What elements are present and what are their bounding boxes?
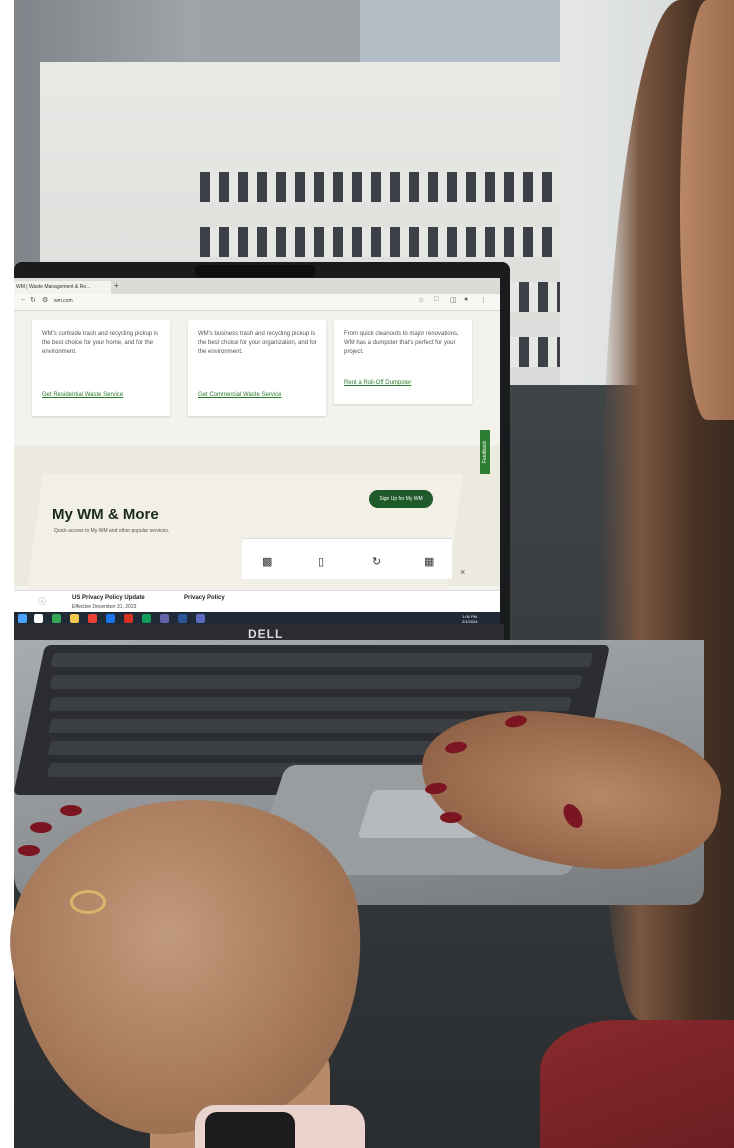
gold-ring	[70, 890, 106, 914]
back-icon[interactable]: ←	[20, 296, 27, 303]
browser-tab-bar: WM | Waste Management & Re... +	[14, 278, 500, 294]
start-icon[interactable]	[18, 614, 27, 623]
privacy-policy-link[interactable]: Privacy Policy	[184, 595, 225, 601]
info-icon: ⓘ	[38, 597, 46, 606]
close-icon[interactable]: ×	[460, 567, 465, 577]
commercial-link[interactable]: Get Commercial Waste Service	[198, 392, 281, 398]
dell-logo: DELL	[248, 627, 284, 641]
fingernail	[60, 805, 82, 816]
search-icon[interactable]	[34, 614, 43, 623]
star-icon[interactable]: ☆	[418, 296, 424, 304]
new-tab-button[interactable]: +	[114, 281, 119, 290]
app-icon[interactable]	[196, 614, 205, 623]
smartwatch	[205, 1112, 295, 1148]
taskbar-clock[interactable]: 1:06 PM 2/1/2024	[462, 614, 478, 624]
calendar-icon[interactable]: ▦	[424, 555, 434, 568]
split-icon[interactable]: ◫	[450, 296, 457, 304]
browser-tab[interactable]: WM | Waste Management & Re...	[14, 281, 111, 294]
reload-icon[interactable]: ↻	[30, 296, 36, 304]
residential-card: WM's curbside trash and recycling pickup…	[32, 320, 170, 416]
teams-icon[interactable]	[160, 614, 169, 623]
acrobat-icon[interactable]	[124, 614, 133, 623]
privacy-policy-bar: ⓘ US Privacy Policy Update Effective Dec…	[14, 590, 500, 613]
fingernail	[18, 845, 40, 856]
webcam	[195, 265, 315, 277]
card-text: From quick cleanouts to major renovation…	[344, 331, 459, 355]
signup-button[interactable]: Sign Up for My WM	[369, 490, 433, 508]
fingernail	[440, 812, 462, 823]
red-sweater	[540, 1020, 734, 1148]
hero-subtitle: Quick access to My WM and other popular …	[54, 528, 170, 534]
laptop-icon[interactable]: ▩	[262, 555, 272, 568]
dollar-cycle-icon[interactable]: ↻	[372, 555, 381, 568]
laptop-screen: WM | Waste Management & Re... + ← ↻ ⚙ wm…	[14, 278, 500, 624]
card-text: WM's business trash and recycling pickup…	[198, 331, 317, 355]
policy-title: US Privacy Policy Update	[72, 595, 145, 601]
profile-icon[interactable]: ●	[464, 296, 468, 303]
card-text: WM's curbside trash and recycling pickup…	[42, 331, 159, 355]
person-face	[680, 0, 734, 420]
folder-icon[interactable]	[70, 614, 79, 623]
hero-title: My WM & More	[52, 506, 159, 523]
residential-link[interactable]: Get Residential Waste Service	[42, 392, 123, 398]
phone-icon[interactable]: ▯	[318, 555, 324, 568]
address-bar: ← ↻ ⚙ wm.com ☆ □ ◫ ● ⋮	[14, 294, 500, 311]
outlook-icon[interactable]	[106, 614, 115, 623]
dumpster-link[interactable]: Rent a Roll-Off Dumpster	[344, 380, 411, 386]
windows-taskbar: 1:06 PM 2/1/2024	[14, 612, 500, 624]
feedback-tab[interactable]: Feedback	[480, 430, 490, 474]
commercial-card: WM's business trash and recycling pickup…	[188, 320, 326, 416]
extension-icon[interactable]: □	[434, 296, 438, 303]
photo-scene: WM | Waste Management & Re... + ← ↻ ⚙ wm…	[0, 0, 734, 1148]
url-text[interactable]: wm.com	[54, 298, 73, 304]
word-icon[interactable]	[178, 614, 187, 623]
menu-icon[interactable]: ⋮	[480, 296, 487, 304]
quick-access-panel: ▩ ▯ ↻ ▦	[242, 538, 452, 579]
site-info-icon[interactable]: ⚙	[42, 296, 48, 304]
dumpster-card: From quick cleanouts to major renovation…	[334, 320, 472, 404]
chrome-alt-icon[interactable]	[88, 614, 97, 623]
policy-date: Effective December 31, 2023	[72, 604, 137, 610]
fingernail	[30, 822, 52, 833]
excel-icon[interactable]	[142, 614, 151, 623]
chrome-icon[interactable]	[52, 614, 61, 623]
